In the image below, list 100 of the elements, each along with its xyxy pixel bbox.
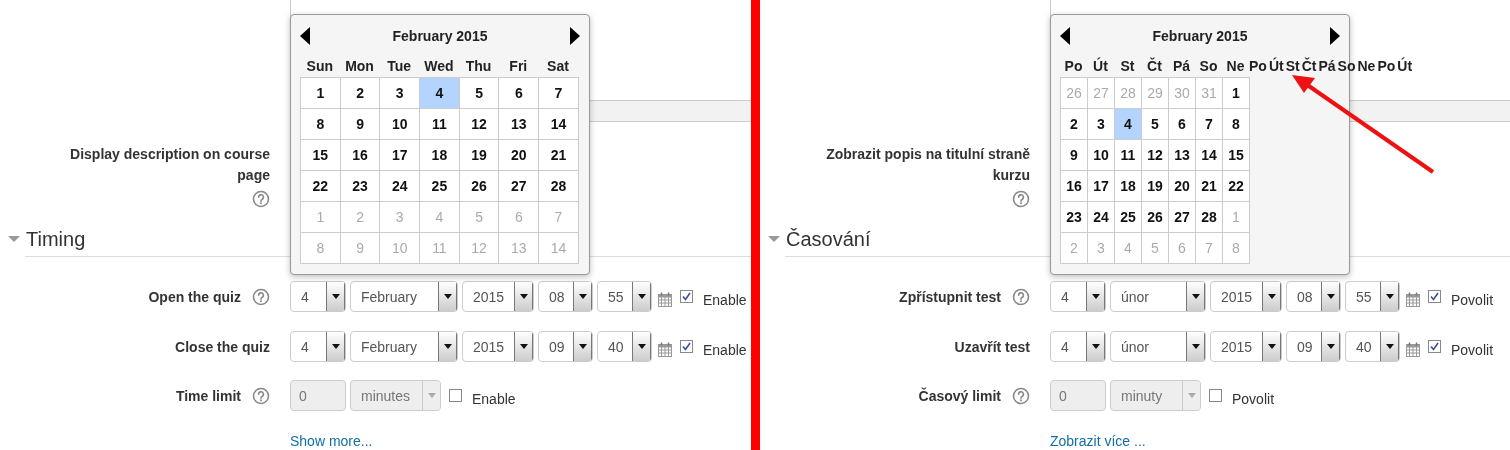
day-cell[interactable]: 16 <box>340 140 381 171</box>
day-cell[interactable]: 6 <box>1169 109 1196 140</box>
day-cell[interactable]: 8 <box>1223 109 1250 140</box>
day-cell[interactable]: 8 <box>301 109 341 140</box>
day-cell[interactable]: 26 <box>1142 202 1169 233</box>
day-cell[interactable]: 5 <box>459 78 500 109</box>
checkbox[interactable] <box>680 290 693 303</box>
day-cell[interactable]: 5 <box>1142 109 1169 140</box>
year-dropdown[interactable]: 2015 <box>1210 281 1282 312</box>
minute-dropdown[interactable]: 55 <box>1345 281 1400 312</box>
day-cell[interactable]: 17 <box>1088 171 1115 202</box>
day-cell[interactable]: 21 <box>1196 171 1223 202</box>
month-dropdown[interactable]: únor <box>1110 281 1206 312</box>
section-heading[interactable]: Časování <box>786 226 871 252</box>
day-cell[interactable]: 18 <box>420 140 460 171</box>
day-cell[interactable]: 10 <box>380 109 421 140</box>
calendar-icon[interactable] <box>1406 292 1420 307</box>
help-icon[interactable] <box>1012 287 1030 306</box>
day-cell[interactable]: 17 <box>380 140 421 171</box>
day-cell[interactable]: 4 <box>420 78 460 109</box>
day-dropdown[interactable]: 4 <box>290 281 346 312</box>
checkbox[interactable] <box>1428 290 1441 303</box>
collapse-caret-icon[interactable] <box>768 233 780 245</box>
minute-dropdown[interactable]: 40 <box>597 331 652 362</box>
checkbox[interactable] <box>449 389 462 402</box>
day-dropdown[interactable]: 4 <box>1050 281 1106 312</box>
day-cell[interactable]: 24 <box>380 171 421 202</box>
hour-dropdown[interactable]: 08 <box>1286 281 1341 312</box>
day-cell[interactable]: 16 <box>1061 171 1088 202</box>
previous-month-button[interactable] <box>1060 27 1070 45</box>
day-dropdown[interactable]: 4 <box>1050 331 1106 362</box>
day-cell[interactable]: 15 <box>1223 140 1250 171</box>
day-cell[interactable]: 25 <box>1115 202 1142 233</box>
day-cell[interactable]: 7 <box>1196 109 1223 140</box>
day-cell[interactable]: 2 <box>340 78 381 109</box>
day-cell[interactable]: 26 <box>459 171 500 202</box>
next-month-button[interactable] <box>1330 27 1340 45</box>
month-dropdown[interactable]: February <box>350 331 458 362</box>
checkbox[interactable] <box>680 340 693 353</box>
day-cell[interactable]: 28 <box>539 171 579 202</box>
day-cell[interactable]: 6 <box>499 78 540 109</box>
day-cell[interactable]: 12 <box>1142 140 1169 171</box>
calendar-icon[interactable] <box>658 292 672 307</box>
collapse-caret-icon[interactable] <box>8 233 20 245</box>
help-icon[interactable] <box>252 386 270 405</box>
help-icon[interactable] <box>1012 386 1030 405</box>
day-cell[interactable]: 1 <box>1223 78 1250 109</box>
hour-dropdown[interactable]: 09 <box>538 331 593 362</box>
hour-dropdown[interactable]: 09 <box>1286 331 1341 362</box>
day-cell[interactable]: 14 <box>1196 140 1223 171</box>
day-cell[interactable]: 20 <box>499 140 540 171</box>
day-cell[interactable]: 27 <box>1169 202 1196 233</box>
checkbox[interactable] <box>1209 389 1222 402</box>
day-cell[interactable]: 4 <box>1115 109 1142 140</box>
unit-dropdown[interactable]: minuty <box>1110 380 1201 411</box>
help-icon[interactable] <box>252 287 270 306</box>
day-cell[interactable]: 19 <box>1142 171 1169 202</box>
show-more-link[interactable]: Show more... <box>290 433 373 449</box>
previous-month-button[interactable] <box>300 27 310 45</box>
day-dropdown[interactable]: 4 <box>290 331 346 362</box>
next-month-button[interactable] <box>570 27 580 45</box>
checkbox[interactable] <box>1428 340 1441 353</box>
duration-field[interactable]: 0 <box>290 380 346 411</box>
section-heading[interactable]: Timing <box>26 226 86 252</box>
minute-dropdown[interactable]: 55 <box>597 281 652 312</box>
year-dropdown[interactable]: 2015 <box>462 281 534 312</box>
show-more-link[interactable]: Zobrazit více ... <box>1050 433 1146 449</box>
calendar-icon[interactable] <box>658 342 672 357</box>
day-cell[interactable]: 24 <box>1088 202 1115 233</box>
day-cell[interactable]: 9 <box>1061 140 1088 171</box>
day-cell[interactable]: 3 <box>380 78 421 109</box>
day-cell[interactable]: 20 <box>1169 171 1196 202</box>
unit-dropdown[interactable]: minutes <box>350 380 441 411</box>
day-cell[interactable]: 14 <box>539 109 579 140</box>
day-cell[interactable]: 23 <box>1061 202 1088 233</box>
day-cell[interactable]: 15 <box>301 140 341 171</box>
day-cell[interactable]: 3 <box>1088 109 1115 140</box>
help-icon[interactable] <box>1012 190 1030 208</box>
day-cell[interactable]: 28 <box>1196 202 1223 233</box>
day-cell[interactable]: 18 <box>1115 171 1142 202</box>
day-cell[interactable]: 10 <box>1088 140 1115 171</box>
day-cell[interactable]: 7 <box>539 78 579 109</box>
hour-dropdown[interactable]: 08 <box>538 281 593 312</box>
month-dropdown[interactable]: únor <box>1110 331 1206 362</box>
year-dropdown[interactable]: 2015 <box>462 331 534 362</box>
day-cell[interactable]: 9 <box>340 109 381 140</box>
day-cell[interactable]: 27 <box>499 171 540 202</box>
day-cell[interactable]: 22 <box>301 171 341 202</box>
help-icon[interactable] <box>252 190 270 208</box>
minute-dropdown[interactable]: 40 <box>1345 331 1400 362</box>
day-cell[interactable]: 23 <box>340 171 381 202</box>
day-cell[interactable]: 13 <box>1169 140 1196 171</box>
day-cell[interactable]: 25 <box>420 171 460 202</box>
day-cell[interactable]: 22 <box>1223 171 1250 202</box>
day-cell[interactable]: 11 <box>1115 140 1142 171</box>
day-cell[interactable]: 1 <box>301 78 341 109</box>
calendar-icon[interactable] <box>1406 342 1420 357</box>
day-cell[interactable]: 19 <box>459 140 500 171</box>
day-cell[interactable]: 11 <box>420 109 460 140</box>
year-dropdown[interactable]: 2015 <box>1210 331 1282 362</box>
